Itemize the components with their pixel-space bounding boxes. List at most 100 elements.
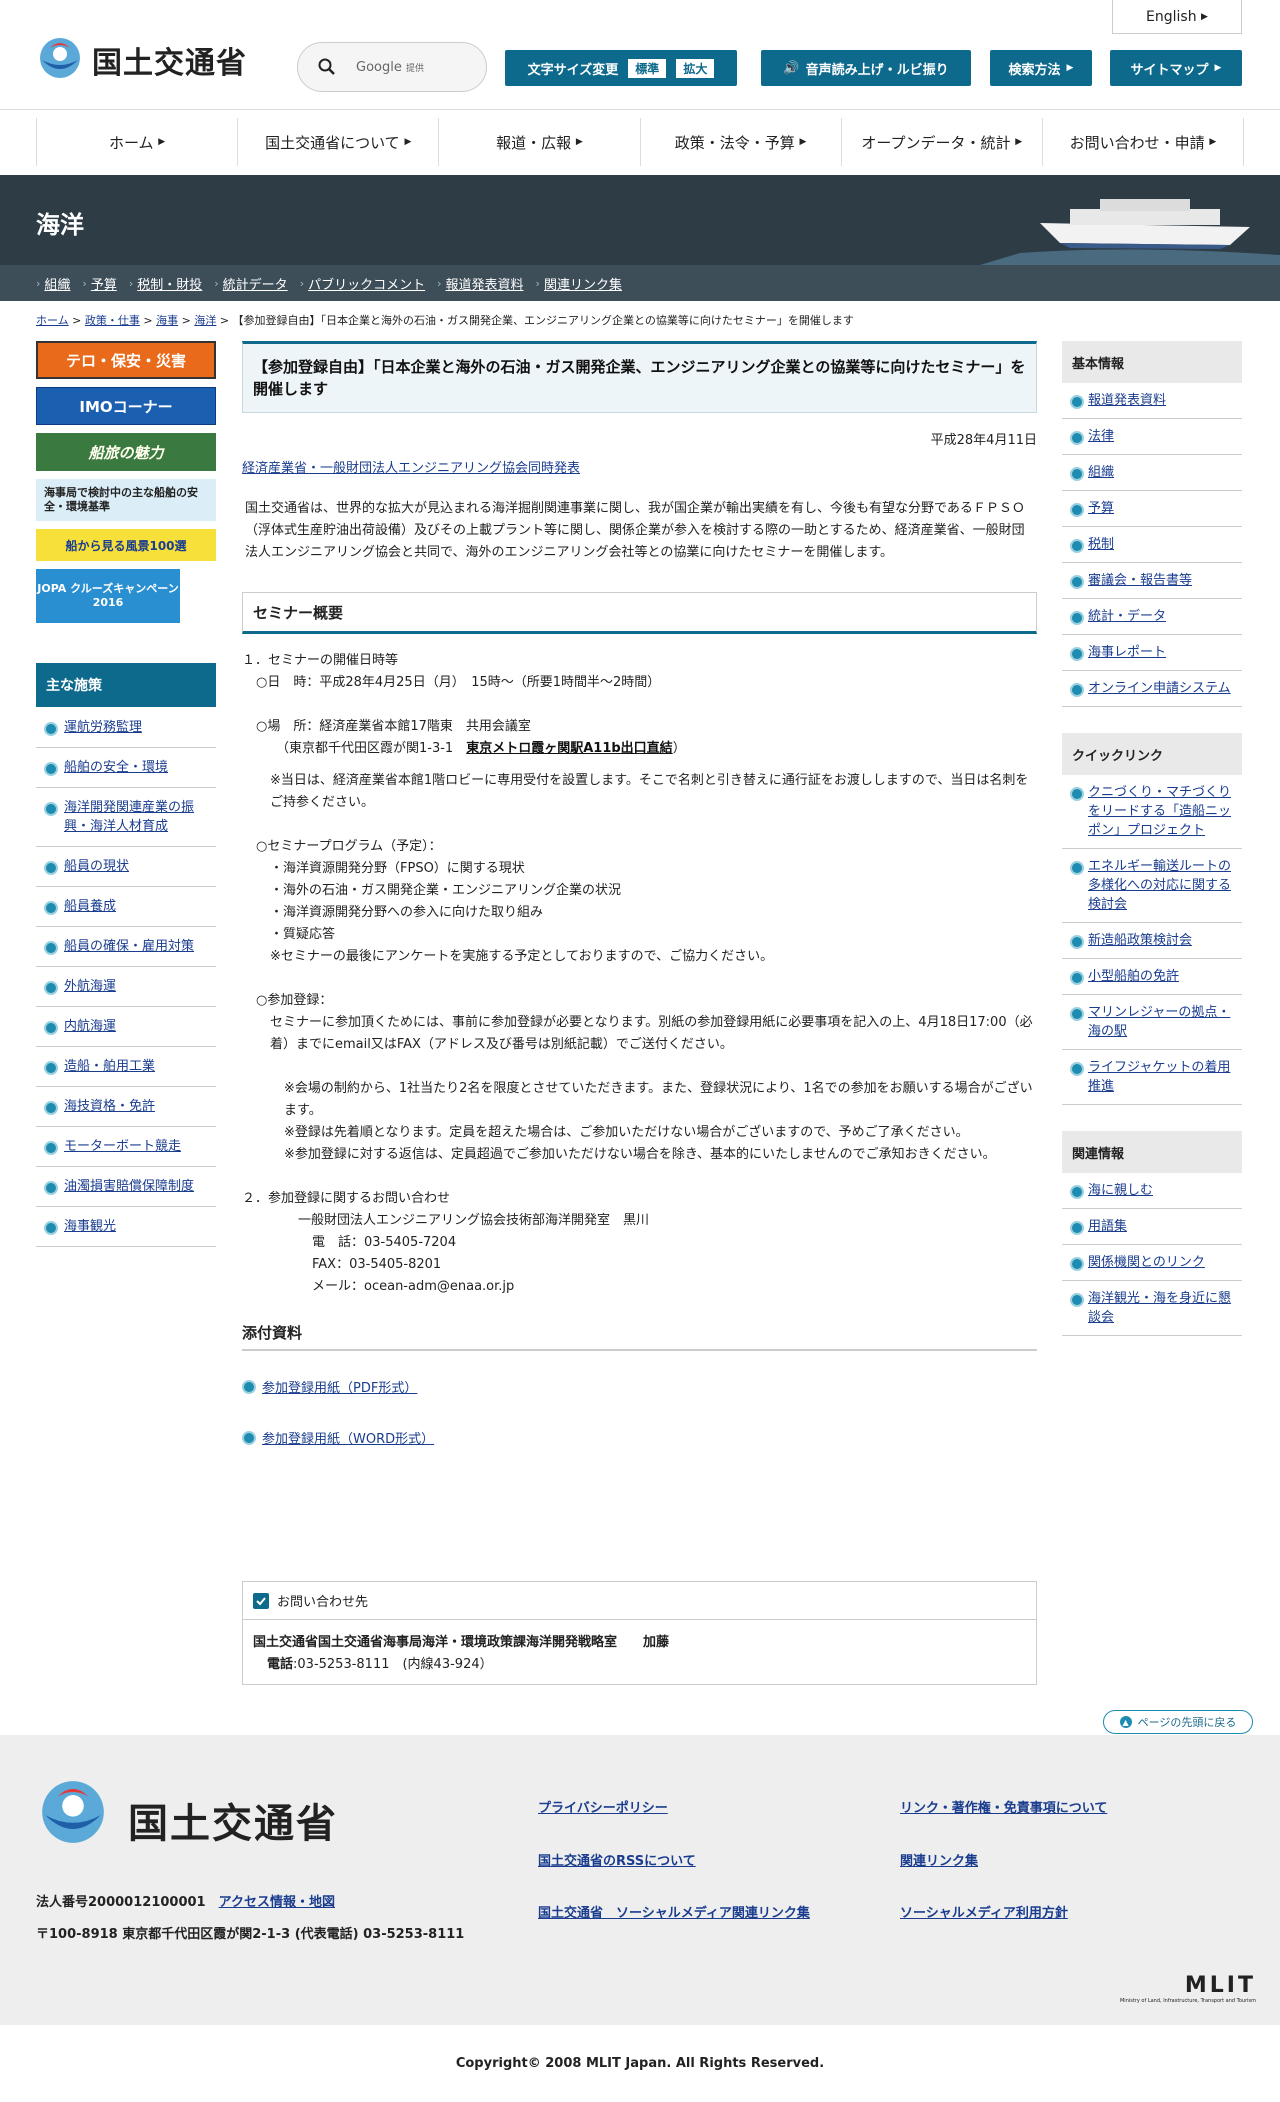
subnav-link[interactable]: パブリックコメント	[308, 274, 425, 293]
mlit-logo-icon[interactable]	[36, 34, 84, 82]
policy-link[interactable]: 海技資格・免許	[64, 1099, 155, 1114]
gnav-contact[interactable]: お問い合わせ・申請 ▶	[1041, 118, 1245, 166]
font-large-button[interactable]: 拡大	[676, 58, 715, 78]
list-item[interactable]: 関係機関とのリンク	[1062, 1245, 1242, 1281]
list-item[interactable]: 海洋観光・海を身近に懇談会	[1062, 1281, 1242, 1336]
list-item[interactable]: 船員の現状	[36, 847, 216, 887]
site-logo-text[interactable]: 国土交通省	[92, 38, 247, 82]
basic-link[interactable]: 審議会・報告書等	[1088, 573, 1192, 588]
font-standard-button[interactable]: 標準	[628, 58, 667, 78]
policy-link[interactable]: 造船・舶用工業	[64, 1059, 155, 1074]
subnav-item[interactable]: › パブリックコメント	[300, 274, 425, 293]
related-link[interactable]: 海に親しむ	[1088, 1183, 1153, 1198]
social-media-policy-link[interactable]: ソーシャルメディア利用方針	[900, 1902, 1068, 1921]
search-input[interactable]: Google 提供	[297, 42, 487, 92]
gnav-policy[interactable]: 政策・法令・予算 ▶	[639, 118, 841, 166]
joint-release-link[interactable]: 経済産業省・一般財団法人エンジニアリング協会同時発表	[242, 461, 580, 476]
banner-100-scenes[interactable]: 船から見る風景100選	[36, 529, 216, 561]
basic-link[interactable]: 法律	[1088, 429, 1114, 444]
sitemap-button[interactable]: サイトマップ ▶	[1110, 50, 1242, 86]
policy-link[interactable]: 船員の現状	[64, 859, 129, 874]
breadcrumb-link[interactable]: 海洋	[194, 314, 216, 327]
list-item[interactable]: エネルギー輸送ルートの多様化への対応に関する検討会	[1062, 849, 1242, 923]
attachment-word-link[interactable]: 参加登録用紙（WORD形式）	[262, 1432, 434, 1447]
english-link[interactable]: English ▶	[1112, 0, 1242, 34]
related-link[interactable]: 海洋観光・海を身近に懇談会	[1088, 1291, 1231, 1325]
list-item[interactable]: 外航海運	[36, 967, 216, 1007]
list-item[interactable]: 海技資格・免許	[36, 1087, 216, 1127]
banner-safety-standards[interactable]: 海事局で検討中の主な船舶の安全・環境基準	[36, 479, 216, 521]
policy-link[interactable]: モーターボート競走	[64, 1139, 181, 1154]
quick-link[interactable]: エネルギー輸送ルートの多様化への対応に関する検討会	[1088, 859, 1231, 912]
list-item[interactable]: 船舶の安全・環境	[36, 748, 216, 788]
copyright-link[interactable]: リンク・著作権・免責事項について	[900, 1797, 1107, 1816]
basic-link[interactable]: オンライン申請システム	[1088, 681, 1231, 696]
subnav-item[interactable]: › 税制・財投	[129, 274, 202, 293]
station-link[interactable]: 東京メトロ霞ヶ関駅A11b出口直結	[466, 741, 672, 756]
policy-link[interactable]: 内航海運	[64, 1019, 116, 1034]
list-item[interactable]: 法律	[1062, 419, 1242, 455]
banner-imo[interactable]: IMOコーナー	[36, 387, 216, 425]
policy-link[interactable]: 海洋開発関連産業の振興・海洋人材育成	[64, 800, 194, 834]
privacy-policy-link[interactable]: プライバシーポリシー	[538, 1797, 668, 1816]
breadcrumb-link[interactable]: ホーム	[36, 314, 69, 327]
list-item[interactable]: 審議会・報告書等	[1062, 563, 1242, 599]
footer-logo-text[interactable]: 国土交通省	[128, 1791, 338, 1849]
basic-link[interactable]: 税制	[1088, 537, 1114, 552]
list-item[interactable]: 新造船政策検討会	[1062, 923, 1242, 959]
list-item[interactable]: 油濁損害賠償保障制度	[36, 1167, 216, 1207]
social-media-links-link[interactable]: 国土交通省 ソーシャルメディア関連リンク集	[538, 1902, 810, 1921]
gnav-home[interactable]: ホーム ▶	[36, 118, 237, 166]
list-item[interactable]: 海事レポート	[1062, 635, 1242, 671]
gnav-opendata[interactable]: オープンデータ・統計 ▶	[840, 118, 1042, 166]
list-item[interactable]: 参加登録用紙（PDF形式）	[242, 1377, 1037, 1396]
list-item[interactable]: 組織	[1062, 455, 1242, 491]
quick-link[interactable]: マリンレジャーの拠点・海の駅	[1088, 1005, 1230, 1039]
mlit-logo-icon[interactable]	[36, 1775, 110, 1849]
list-item[interactable]: 運航労務監理	[36, 708, 216, 748]
breadcrumb-link[interactable]: 政策・仕事	[85, 314, 140, 327]
policy-link[interactable]: 船員養成	[64, 899, 116, 914]
list-item[interactable]: 海洋開発関連産業の振興・海洋人材育成	[36, 788, 216, 847]
list-item[interactable]: 参加登録用紙（WORD形式）	[242, 1428, 1037, 1447]
subnav-link[interactable]: 統計データ	[223, 274, 288, 293]
list-item[interactable]: 海に親しむ	[1062, 1173, 1242, 1209]
subnav-item[interactable]: › 報道発表資料	[437, 274, 523, 293]
gnav-about[interactable]: 国土交通省について ▶	[237, 118, 438, 166]
list-item[interactable]: ライフジャケットの着用推進	[1062, 1050, 1242, 1105]
gnav-press[interactable]: 報道・広報 ▶	[438, 118, 639, 166]
breadcrumb-link[interactable]: 海事	[156, 314, 178, 327]
subnav-link[interactable]: 予算	[91, 274, 117, 293]
list-item[interactable]: 船員養成	[36, 887, 216, 927]
banner-jopa[interactable]: JOPA クルーズキャンペーン 2016	[36, 569, 180, 623]
speech-button[interactable]: 🔊 音声読み上げ・ルビ振り	[761, 50, 971, 86]
policy-link[interactable]: 船舶の安全・環境	[64, 760, 168, 775]
subnav-item[interactable]: › 予算	[82, 274, 116, 293]
subnav-item[interactable]: › 組織	[36, 274, 70, 293]
attachment-pdf-link[interactable]: 参加登録用紙（PDF形式）	[262, 1381, 417, 1396]
list-item[interactable]: 統計・データ	[1062, 599, 1242, 635]
list-item[interactable]: 船員の確保・雇用対策	[36, 927, 216, 967]
banner-terror-security[interactable]: テロ・保安・災害	[36, 341, 216, 379]
list-item[interactable]: 小型船舶の免許	[1062, 959, 1242, 995]
search-icon[interactable]	[318, 58, 336, 76]
quick-link[interactable]: クニづくり・マチづくりをリードする「造船ニッポン」プロジェクト	[1088, 785, 1231, 838]
quick-link[interactable]: 新造船政策検討会	[1088, 933, 1192, 948]
list-item[interactable]: オンライン申請システム	[1062, 671, 1242, 707]
quick-link[interactable]: ライフジャケットの着用推進	[1088, 1060, 1230, 1094]
banner-cruise[interactable]: 船旅の魅力	[36, 433, 216, 471]
subnav-link[interactable]: 組織	[44, 274, 70, 293]
related-links-link[interactable]: 関連リンク集	[900, 1850, 978, 1869]
basic-link[interactable]: 報道発表資料	[1088, 393, 1166, 408]
list-item[interactable]: 用語集	[1062, 1209, 1242, 1245]
list-item[interactable]: マリンレジャーの拠点・海の駅	[1062, 995, 1242, 1050]
policy-link[interactable]: 海事観光	[64, 1219, 116, 1234]
basic-link[interactable]: 組織	[1088, 465, 1114, 480]
policy-link[interactable]: 外航海運	[64, 979, 116, 994]
list-item[interactable]: 予算	[1062, 491, 1242, 527]
search-method-button[interactable]: 検索方法 ▶	[990, 50, 1092, 86]
basic-link[interactable]: 海事レポート	[1088, 645, 1166, 660]
subnav-link[interactable]: 報道発表資料	[446, 274, 524, 293]
page-top-button[interactable]: ▲ ページの先頭に戻る	[1103, 1710, 1253, 1734]
subnav-link[interactable]: 税制・財投	[137, 274, 202, 293]
